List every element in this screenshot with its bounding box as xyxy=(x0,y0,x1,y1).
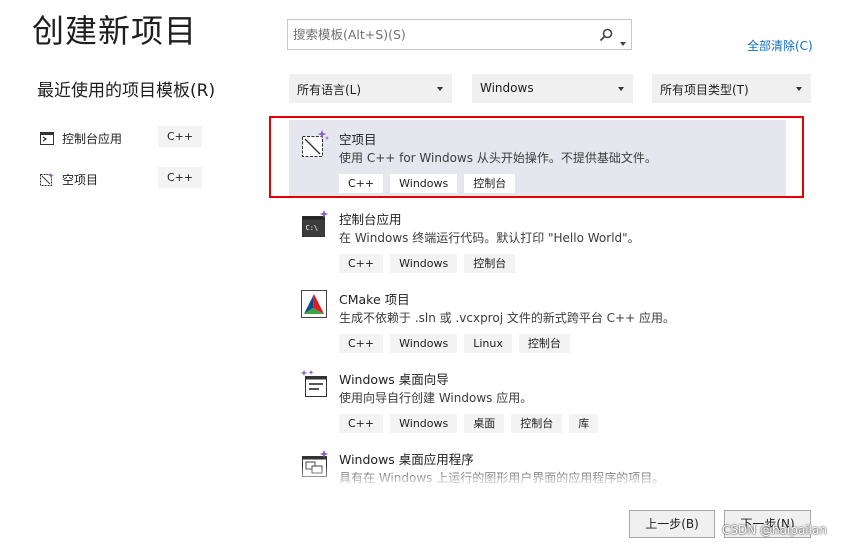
template-tag: 控制台 xyxy=(518,334,570,353)
desktop-wizard-icon xyxy=(300,370,329,402)
search-input[interactable] xyxy=(288,20,593,49)
language-filter-value: 所有语言(L) xyxy=(297,83,362,97)
search-icon[interactable] xyxy=(599,27,613,46)
watermark: CSDN @haipailan xyxy=(722,523,827,537)
platform-filter-value: Windows xyxy=(480,81,534,95)
console-app-icon: C:\ xyxy=(301,210,329,242)
template-item-desktop-wizard[interactable]: Windows 桌面向导 使用向导自行创建 Windows 应用。 C++ Wi… xyxy=(289,360,786,438)
chevron-down-icon xyxy=(618,87,624,91)
template-description: 生成不依赖于 .sln 或 .vcxproj 文件的新式跨平台 C++ 应用。 xyxy=(339,311,675,325)
template-tag: Linux xyxy=(464,334,512,353)
template-name: CMake 项目 xyxy=(339,292,410,307)
template-tag: 桌面 xyxy=(464,414,505,433)
chevron-down-icon xyxy=(437,87,443,91)
template-description: 具有在 Windows 上运行的图形用户界面的应用程序的项目。 xyxy=(339,471,665,485)
clear-all-link[interactable]: 全部清除(C) xyxy=(747,37,813,54)
template-tags: C++ Windows 控制台 xyxy=(339,254,516,273)
chevron-down-icon[interactable] xyxy=(620,31,626,50)
empty-project-icon xyxy=(301,130,329,162)
template-name: Windows 桌面向导 xyxy=(339,372,449,387)
template-tag: Windows xyxy=(390,254,458,273)
empty-project-icon xyxy=(40,171,54,190)
console-app-icon xyxy=(40,130,54,149)
recent-templates-heading: 最近使用的项目模板(R) xyxy=(37,81,216,101)
template-tag: 控制台 xyxy=(464,174,516,193)
template-description: 使用向导自行创建 Windows 应用。 xyxy=(339,391,533,405)
template-tag: 库 xyxy=(569,414,599,433)
recent-item-label: 空项目 xyxy=(62,173,99,187)
template-list[interactable]: 空项目 使用 C++ for Windows 从头开始操作。不提供基础文件。 C… xyxy=(289,120,811,488)
template-tag: 控制台 xyxy=(464,254,516,273)
recent-item-tag: C++ xyxy=(158,126,203,147)
template-item-cmake-project[interactable]: CMake 项目 生成不依赖于 .sln 或 .vcxproj 文件的新式跨平台… xyxy=(289,280,786,358)
project-type-filter-value: 所有项目类型(T) xyxy=(660,83,749,97)
template-tags: C++ Windows 控制台 xyxy=(339,174,516,193)
template-tag: Windows xyxy=(390,174,458,193)
recent-item-tag: C++ xyxy=(158,167,203,188)
template-name: 控制台应用 xyxy=(339,212,402,227)
template-item-desktop-app[interactable]: Windows 桌面应用程序 具有在 Windows 上运行的图形用户界面的应用… xyxy=(289,440,786,488)
search-box[interactable] xyxy=(287,19,632,50)
template-item-console-app[interactable]: C:\ 控制台应用 在 Windows 终端运行代码。默认打印 "Hello W… xyxy=(289,200,786,278)
template-description: 使用 C++ for Windows 从头开始操作。不提供基础文件。 xyxy=(339,151,657,165)
template-tag: C++ xyxy=(339,174,384,193)
back-button[interactable]: 上一步(B) xyxy=(629,510,715,538)
recent-item-empty-project[interactable]: 空项目 C++ xyxy=(38,167,203,191)
template-tags: C++ Windows Linux 控制台 xyxy=(339,334,570,353)
template-tag: 控制台 xyxy=(511,414,563,433)
template-name: Windows 桌面应用程序 xyxy=(339,452,474,467)
template-name: 空项目 xyxy=(339,132,377,147)
desktop-app-icon xyxy=(301,450,329,482)
template-tag: Windows xyxy=(390,414,458,433)
language-filter-dropdown[interactable]: 所有语言(L) xyxy=(289,74,452,103)
recent-item-console-app[interactable]: 控制台应用 C++ xyxy=(38,126,203,150)
template-description: 在 Windows 终端运行代码。默认打印 "Hello World"。 xyxy=(339,231,640,245)
template-tags: C++ Windows 桌面 控制台 库 xyxy=(339,414,599,433)
platform-filter-dropdown[interactable]: Windows xyxy=(472,74,633,103)
cmake-icon xyxy=(301,290,329,322)
template-tag: C++ xyxy=(339,414,384,433)
page-title: 创建新项目 xyxy=(32,12,198,50)
template-tag: Windows xyxy=(390,334,458,353)
chevron-down-icon xyxy=(796,87,802,91)
template-tag: C++ xyxy=(339,334,384,353)
project-type-filter-dropdown[interactable]: 所有项目类型(T) xyxy=(652,74,811,103)
svg-text:C:\: C:\ xyxy=(306,224,319,232)
template-tag: C++ xyxy=(339,254,384,273)
template-item-empty-project[interactable]: 空项目 使用 C++ for Windows 从头开始操作。不提供基础文件。 C… xyxy=(289,120,786,198)
recent-item-label: 控制台应用 xyxy=(62,132,123,146)
